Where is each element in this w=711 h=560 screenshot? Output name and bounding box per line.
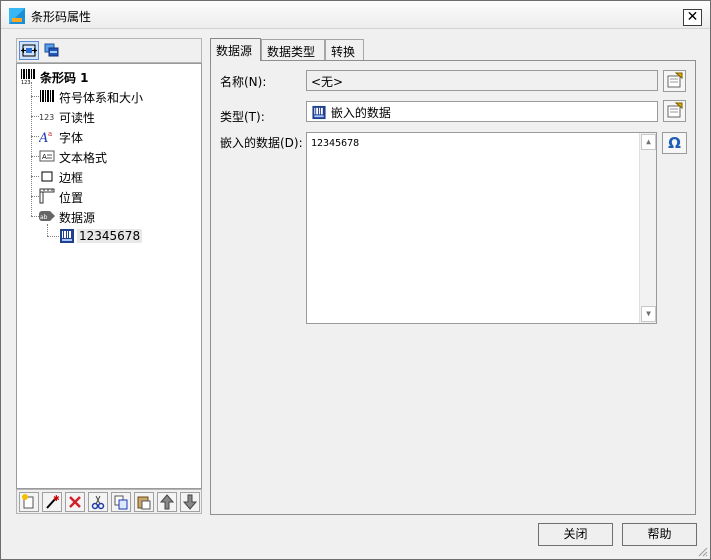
tree-connector [31, 196, 39, 197]
type-value: 嵌入的数据 [330, 106, 391, 120]
close-button[interactable]: 关闭 [538, 523, 613, 546]
name-label: 名称(N): [220, 75, 267, 89]
close-icon: ✕ [686, 9, 699, 25]
help-button[interactable]: 帮助 [622, 523, 697, 546]
move-up-icon [159, 494, 175, 510]
delete-button[interactable] [65, 492, 85, 512]
cut-button[interactable] [88, 492, 108, 512]
tree-item-label: 文本格式 [59, 151, 108, 165]
tree-connector [31, 136, 39, 137]
svg-text:A: A [42, 153, 47, 161]
embedded-data-icon [60, 229, 74, 243]
paste-icon [137, 496, 151, 510]
tree-item-label: 12345678 [77, 229, 143, 243]
close-button-label: 关闭 [563, 527, 588, 541]
barcode-icon: 123 [21, 69, 35, 84]
property-tree[interactable]: 123 条形码 1 符号体系和大小 123 可读性 A a 字体 A 文本格式 … [16, 63, 202, 489]
close-window-button[interactable]: ✕ [683, 9, 702, 26]
paste-button[interactable] [134, 492, 154, 512]
barcode-properties-dialog: 条形码属性 ✕ 123 条形码 1 符号体系和大小 123 可读性 A a 字体… [0, 0, 711, 560]
window-title: 条形码属性 [31, 10, 92, 24]
fit-size-icon [21, 44, 37, 57]
tree-item-label: 边框 [59, 171, 84, 185]
svg-text:A: A [39, 131, 48, 144]
cut-icon [91, 495, 105, 510]
embedded-data-textarea[interactable]: 12345678 ▲ ▼ [306, 132, 657, 324]
tree-connector [31, 216, 39, 217]
edit-properties-icon [667, 102, 683, 118]
tree-connector [31, 116, 39, 117]
font-icon: A a [39, 130, 52, 144]
tree-item-label: 位置 [59, 191, 84, 205]
barcode-symbology-icon [40, 90, 54, 102]
data-source-icon: ab [39, 211, 55, 221]
help-button-label: 帮助 [647, 527, 672, 541]
tab-data-type[interactable]: 数据类型 [261, 39, 325, 61]
scroll-down-arrow-icon[interactable]: ▼ [641, 306, 656, 322]
layers-button[interactable] [42, 41, 62, 60]
layers-icon [44, 43, 59, 57]
tree-item-label: 符号体系和大小 [59, 91, 144, 105]
svg-text:123: 123 [21, 80, 31, 84]
copy-icon [114, 495, 128, 510]
tree-item-label: 条形码 1 [40, 71, 89, 85]
svg-text:a: a [48, 130, 52, 138]
tab-label: 转换 [331, 45, 356, 59]
tab-conversion[interactable]: 转换 [325, 39, 364, 61]
readability-123-icon: 123 [39, 113, 54, 122]
embedded-data-label: 嵌入的数据(D): [220, 136, 303, 150]
embedded-data-icon [312, 105, 326, 120]
text-format-icon: A [39, 150, 55, 162]
tree-connector [47, 236, 59, 237]
type-field[interactable]: 嵌入的数据 [306, 101, 658, 122]
name-field[interactable]: <无> [306, 70, 658, 91]
wizard-icon: ✱ [46, 494, 60, 509]
tab-label: 数据源 [216, 44, 253, 58]
resize-grip-icon[interactable] [696, 545, 708, 557]
embedded-data-value: 12345678 [311, 138, 360, 149]
new-item-icon [22, 494, 34, 509]
wizard-button[interactable]: ✱ [42, 492, 62, 512]
tree-actions-toolbar: ✱ [16, 489, 202, 514]
border-icon [41, 171, 53, 182]
tree-connector [31, 156, 39, 157]
move-down-button[interactable] [180, 492, 200, 512]
move-up-button[interactable] [157, 492, 177, 512]
new-item-button[interactable] [19, 492, 39, 512]
position-ruler-icon [39, 188, 55, 204]
barcode-properties-app-icon [9, 8, 25, 24]
svg-text:✱: ✱ [53, 494, 60, 503]
scroll-up-arrow-icon[interactable]: ▲ [641, 134, 656, 150]
svg-text:ab: ab [40, 214, 48, 221]
tab-data-source[interactable]: 数据源 [210, 38, 261, 61]
name-edit-button[interactable] [663, 70, 686, 92]
name-value: <无> [311, 75, 344, 89]
vertical-scrollbar[interactable]: ▲ ▼ [639, 133, 656, 323]
move-down-icon [182, 494, 198, 510]
tab-label: 数据类型 [267, 45, 316, 59]
tree-item-label: 可读性 [59, 111, 96, 125]
tree-connector [47, 224, 48, 236]
type-label: 类型(T): [220, 110, 265, 124]
delete-icon [69, 496, 81, 508]
fit-size-button[interactable] [19, 41, 39, 60]
type-edit-button[interactable] [663, 100, 686, 122]
tree-toolbar [16, 38, 202, 63]
svg-text:123: 123 [39, 113, 54, 122]
tree-item-label: 字体 [59, 131, 84, 145]
tree-connector [31, 96, 39, 97]
omega-icon: Ω [668, 134, 681, 152]
insert-special-character-button[interactable]: Ω [662, 132, 687, 154]
copy-button[interactable] [111, 492, 131, 512]
title-bar: 条形码属性 ✕ [1, 1, 710, 29]
tree-item-label: 数据源 [59, 211, 96, 225]
tree-connector [31, 176, 39, 177]
edit-properties-icon [667, 72, 683, 88]
